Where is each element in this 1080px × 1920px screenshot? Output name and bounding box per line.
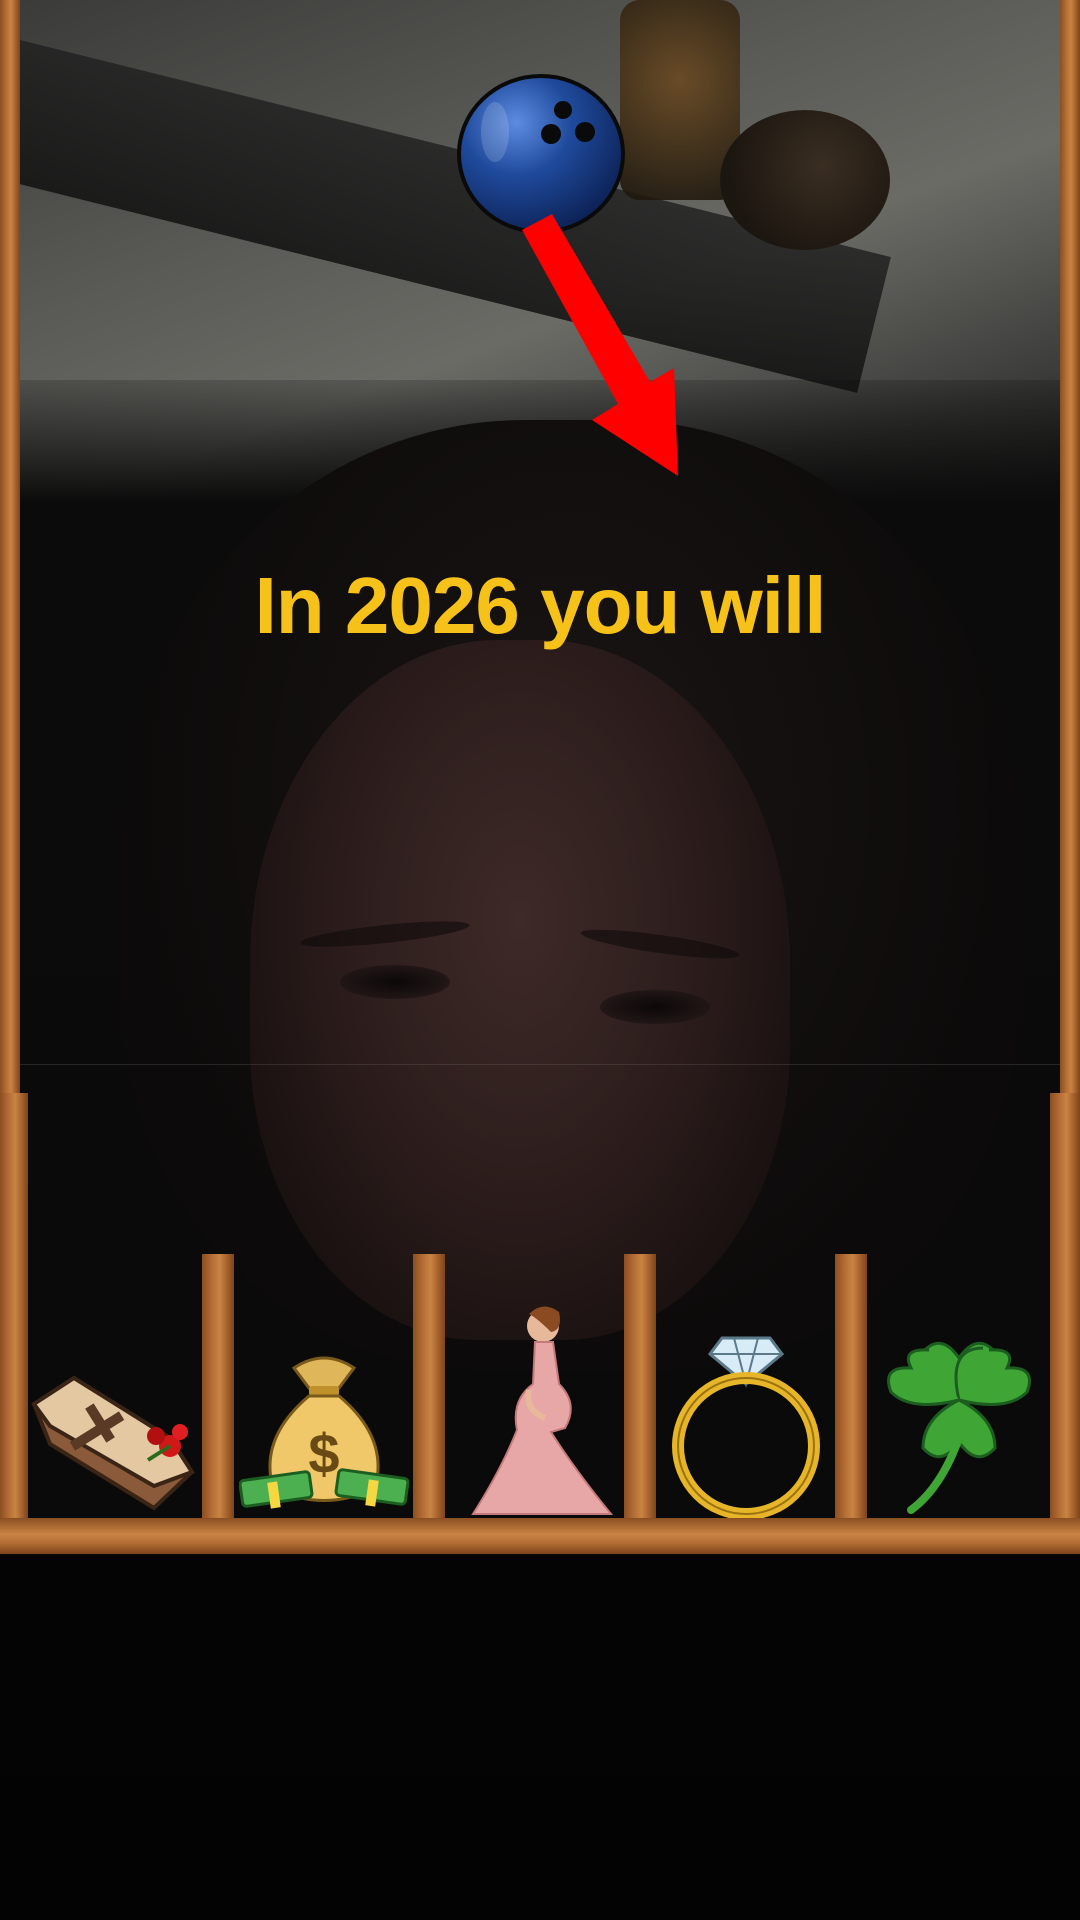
- frame-seam: [20, 1064, 1060, 1065]
- pregnant-woman-icon: [470, 1306, 613, 1515]
- bin-base: [0, 1518, 1080, 1554]
- person-eye-right: [600, 990, 710, 1024]
- bin-divider-1: [202, 1254, 234, 1524]
- background-pot: [720, 110, 890, 250]
- bin-divider-4: [835, 1254, 867, 1524]
- headline-text: In 2026 you will: [254, 561, 827, 650]
- bin-divider-3: [624, 1254, 656, 1524]
- four-leaf-clover-icon: [886, 1341, 1031, 1514]
- bottom-shadow: [0, 1555, 1080, 1920]
- bin-divider-2: [413, 1254, 445, 1524]
- slot-pregnant-woman: [445, 1300, 624, 1518]
- bin-wall-left: [0, 1093, 28, 1523]
- frame-rail-left: [0, 0, 20, 1095]
- diamond-ring-icon: [671, 1336, 820, 1518]
- money-bag-icon: $: [238, 1356, 409, 1509]
- red-arrow-icon: [522, 214, 678, 476]
- slot-money-bag: $: [234, 1300, 413, 1518]
- person-face: [250, 640, 790, 1340]
- person-eye-left: [340, 965, 450, 999]
- coffin-icon: [31, 1375, 196, 1511]
- bin-wall-right: [1050, 1093, 1080, 1523]
- frame-rail-right: [1060, 0, 1080, 1095]
- slot-four-leaf-clover: [867, 1300, 1050, 1518]
- slot-diamond-ring: [656, 1300, 835, 1518]
- slot-coffin: [28, 1300, 202, 1518]
- svg-text:$: $: [308, 1422, 339, 1485]
